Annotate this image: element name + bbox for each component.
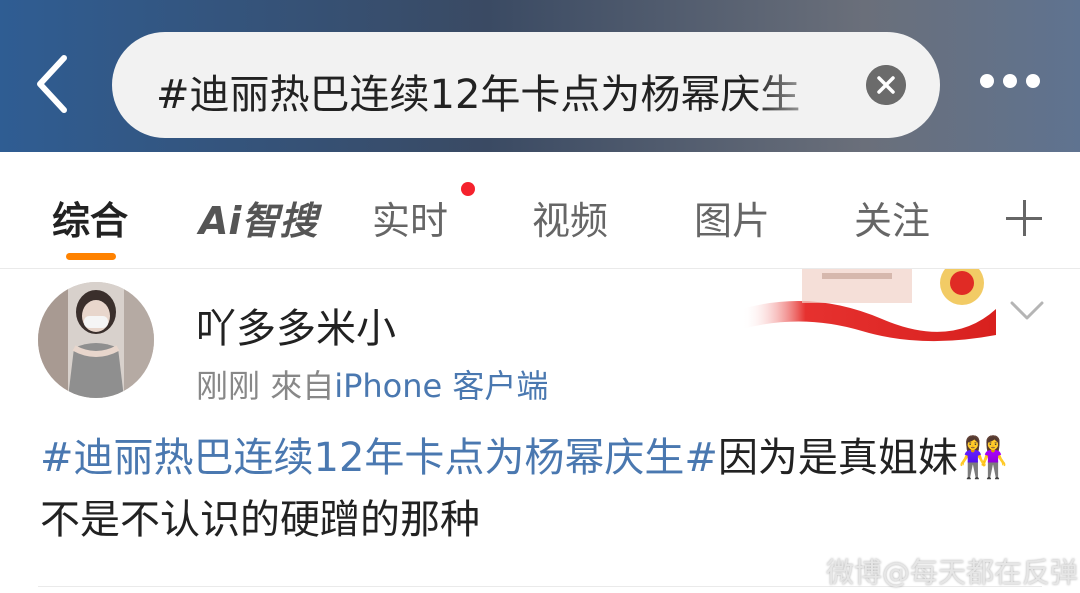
tab-comprehensive[interactable]: 综合 — [52, 190, 128, 245]
watermark: 微博@每天都在反弹 — [826, 556, 1079, 589]
post-time: 刚刚 — [196, 367, 261, 405]
top-bar: #迪丽热巴连续12年卡点为杨幂庆生 — [0, 0, 1080, 152]
tab-following[interactable]: 关注 — [854, 190, 930, 245]
tab-ai-search[interactable]: Ai智搜 — [199, 190, 317, 245]
tab-video[interactable]: 视频 — [532, 190, 608, 245]
tab-pictures[interactable]: 图片 — [694, 190, 770, 245]
clear-x-icon[interactable] — [866, 65, 906, 105]
tab-bar: 综合 Ai智搜 实时 视频 图片 关注 — [0, 152, 1080, 269]
search-query-text[interactable]: #迪丽热巴连续12年卡点为杨幂庆生 — [156, 62, 836, 120]
post-text-1: 因为是真姐妹 — [717, 435, 958, 481]
more-dots-icon[interactable] — [976, 74, 1046, 94]
feed-post: 吖多多米小 刚刚 來自iPhone 客户端 #迪丽热巴连续12年卡点为杨幂庆生#… — [0, 269, 1080, 593]
active-tab-indicator — [66, 253, 116, 260]
emoji-icon: 👭 — [957, 435, 1008, 481]
post-meta: 刚刚 來自iPhone 客户端 — [196, 361, 548, 407]
avatar[interactable] — [38, 282, 154, 398]
post-source[interactable]: iPhone 客户端 — [334, 367, 548, 405]
chevron-down-icon[interactable] — [1010, 301, 1044, 321]
username[interactable]: 吖多多米小 — [196, 296, 396, 354]
search-input[interactable]: #迪丽热巴连续12年卡点为杨幂庆生 — [112, 32, 940, 138]
realtime-new-dot — [461, 182, 475, 196]
source-prefix: 來自 — [270, 367, 335, 405]
post-content: #迪丽热巴连续12年卡点为杨幂庆生#因为是真姐妹👭 不是不认识的硬蹭的那种 — [40, 427, 1040, 551]
post-text-2: 不是不认识的硬蹭的那种 — [40, 497, 480, 543]
back-chevron-icon[interactable] — [30, 52, 78, 116]
post-hashtag[interactable]: #迪丽热巴连续12年卡点为杨幂庆生# — [40, 435, 718, 481]
tab-realtime[interactable]: 实时 — [372, 190, 448, 245]
flag-banner-decoration — [742, 269, 996, 342]
plus-icon[interactable] — [1006, 200, 1042, 236]
